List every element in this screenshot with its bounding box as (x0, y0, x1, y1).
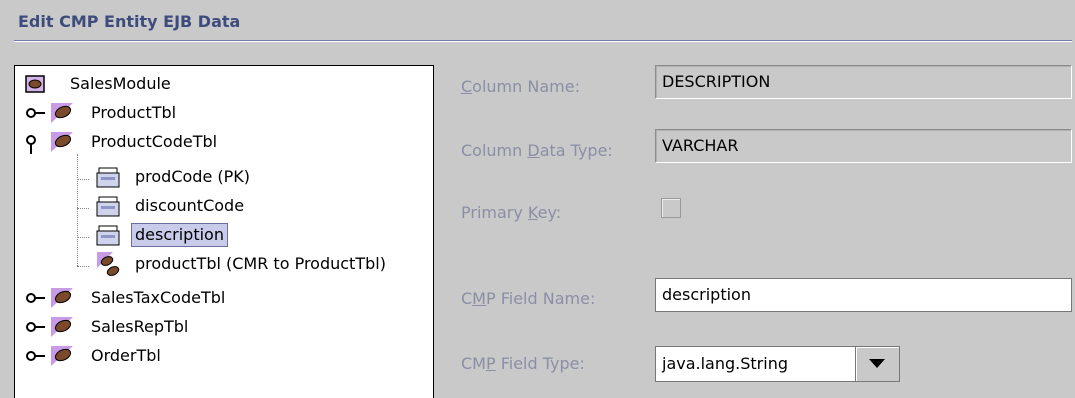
column-name-field: DESCRIPTION (655, 65, 1072, 99)
cmp-field-type-label: CMP Field Type: (461, 354, 585, 373)
panel-title: Edit CMP Entity EJB Data (18, 12, 241, 31)
primary-key-label: Primary Key: (461, 203, 561, 222)
label-text: Column (461, 141, 528, 160)
tree-connector (77, 237, 89, 238)
cmp-field-name-input[interactable]: description (655, 278, 1072, 312)
tree-root-label: SalesModule (70, 74, 171, 93)
field-icon (95, 225, 121, 247)
title-divider (14, 40, 1072, 42)
module-icon (25, 75, 45, 93)
label-text: C (461, 289, 473, 308)
tree-item-label: description (131, 223, 228, 247)
bean-icon (51, 288, 73, 308)
label-text: ata Type: (539, 141, 613, 160)
label-text: ey: (537, 203, 562, 222)
cmp-field-name-label: CMP Field Name: (461, 289, 595, 308)
bean-icon (51, 132, 73, 152)
tree-item-label: prodCode (PK) (135, 167, 250, 186)
label-mnemonic: C (461, 77, 473, 96)
field-icon (95, 196, 121, 218)
expand-icon[interactable] (25, 286, 51, 310)
label-text: olumn Name: (472, 77, 580, 96)
label-mnemonic: P (485, 354, 496, 373)
bean-icon (51, 103, 73, 123)
tree-item-label: SalesRepTbl (91, 317, 189, 336)
tree-item-label: OrderTbl (91, 346, 161, 365)
chevron-down-icon (869, 359, 885, 368)
tree-connector (77, 179, 89, 180)
label-text: P Field Name: (485, 289, 596, 308)
column-data-type-label: Column Data Type: (461, 141, 613, 160)
label-text: Field Type: (495, 354, 585, 373)
entity-tree[interactable]: SalesModule ProductTbl ProductCodeTbl pr… (14, 65, 434, 398)
label-mnemonic: K (527, 203, 538, 222)
cmp-field-type-value: java.lang.String (662, 354, 788, 373)
column-name-label: Column Name: (461, 77, 580, 96)
label-mnemonic: M (472, 289, 486, 308)
tree-item-label: ProductTbl (91, 103, 177, 122)
primary-key-checkbox[interactable] (661, 198, 681, 218)
cmp-field-type-select[interactable]: java.lang.String (655, 346, 900, 382)
column-data-type-field: VARCHAR (655, 129, 1072, 163)
expand-icon[interactable] (25, 315, 51, 339)
field-icon (95, 167, 121, 189)
dropdown-button[interactable] (855, 347, 899, 381)
tree-connector (77, 154, 78, 266)
tree-connector (77, 266, 89, 267)
collapse-icon[interactable] (25, 130, 51, 154)
expand-icon[interactable] (25, 101, 51, 125)
tree-item-label: ProductCodeTbl (91, 132, 218, 151)
label-mnemonic: D (527, 141, 540, 160)
tree-connector (77, 208, 89, 209)
bean-icon (51, 317, 73, 337)
bean-icon (51, 346, 73, 366)
tree-item-label: discountCode (135, 196, 245, 215)
label-text: Primary (461, 203, 528, 222)
tree-item-label: productTbl (CMR to ProductTbl) (135, 254, 386, 273)
label-text: CM (461, 354, 486, 373)
tree-item-label: SalesTaxCodeTbl (91, 288, 226, 307)
expand-icon[interactable] (25, 344, 51, 368)
relationship-icon (95, 252, 121, 278)
